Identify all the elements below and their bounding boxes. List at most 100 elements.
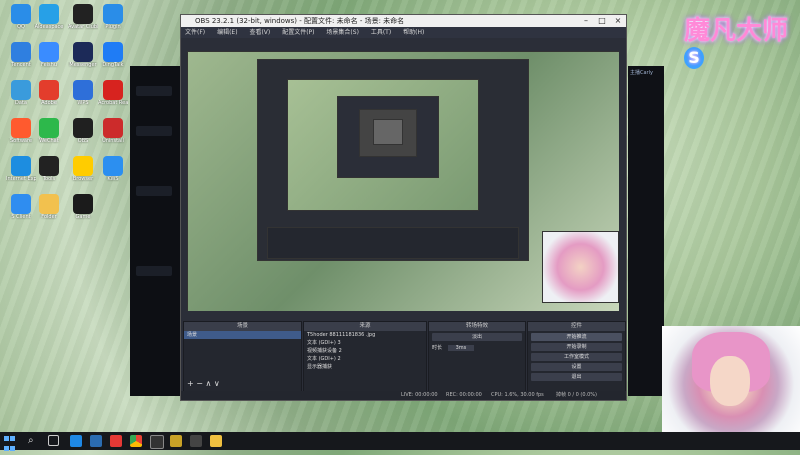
acrobat-icon — [103, 80, 123, 100]
desktop-icon[interactable]: KWS — [98, 156, 128, 192]
source-item[interactable]: 视频捕获设备 2 — [304, 347, 426, 355]
desktop-icon-label: Adobe — [41, 100, 57, 106]
uninstall-icon — [103, 118, 123, 138]
taskbar-app-icon[interactable] — [190, 435, 202, 447]
obs-docks: 场景 场景 + − ∧ ∨ 来源 T5hoder 88111181836 .jp… — [183, 321, 626, 393]
desktop-icon-label: Feishu — [40, 62, 57, 68]
obs-statusbar: LIVE: 00:00:00 REC: 00:00:00 CPU: 1.6%, … — [181, 391, 626, 400]
s-icon — [11, 194, 31, 214]
menu-file[interactable]: 文件(F) — [185, 29, 205, 36]
desktop-icon[interactable]: Adobe — [34, 80, 64, 116]
obs-icon — [73, 118, 93, 138]
vm-icon — [73, 4, 93, 24]
game-taskbar-icon[interactable] — [170, 435, 182, 447]
duration-label: 时长 — [432, 345, 443, 351]
scene-add-icon[interactable]: + − ∧ ∨ — [187, 379, 220, 388]
desktop-icon[interactable]: WeChat — [34, 118, 64, 154]
desktop-icon[interactable]: Software — [6, 118, 36, 154]
plugin-icon — [103, 4, 123, 24]
desktop-icon[interactable]: DingTalk — [98, 42, 128, 78]
desktop-icon[interactable]: Internet Explorer — [6, 156, 36, 192]
menu-scene-collection[interactable]: 场景集合(S) — [326, 29, 359, 36]
qq-icon — [11, 4, 31, 24]
desktop-icon[interactable]: Tencent — [6, 42, 36, 78]
webcam-overlay — [662, 326, 800, 432]
duration-row: 时长 3ms — [432, 344, 522, 351]
desktop-icon-label: Uninstall — [102, 138, 124, 144]
studio-mode-button[interactable]: 工作室模式 — [531, 353, 622, 361]
search-icon[interactable]: ⌕ — [28, 435, 40, 447]
desktop-icon-label: Game — [75, 214, 91, 220]
scenes-dock: 场景 场景 + − ∧ ∨ — [183, 321, 302, 393]
edge-icon[interactable] — [70, 435, 82, 447]
rec-time: REC: 00:00:00 — [446, 392, 482, 398]
store-icon[interactable] — [90, 435, 102, 447]
tools-icon — [39, 156, 59, 176]
desktop-icon-label: OBS — [77, 138, 89, 144]
menu-view[interactable]: 查看(V) — [249, 29, 270, 36]
desktop-icon[interactable]: Uninstall — [98, 118, 128, 154]
menu-tools[interactable]: 工具(T) — [371, 29, 391, 36]
desktop-icon[interactable]: Avatar ClubMaker — [68, 4, 98, 40]
desktop-icon[interactable]: Acrobat Reader DC — [98, 80, 128, 116]
folder-taskbar-icon[interactable] — [210, 435, 222, 447]
close-icon[interactable]: × — [610, 15, 626, 27]
task-view-icon[interactable] — [48, 435, 59, 446]
source-item[interactable]: T5hoder 88111181836 .jpg — [304, 331, 426, 339]
sources-title: 来源 — [304, 322, 426, 331]
window-title: OBS 23.2.1 (32-bit, windows) - 配置文件: 未命名… — [195, 17, 405, 25]
desktop-icon-label: Plugin — [105, 24, 121, 30]
desktop-icon[interactable]: OBS — [68, 118, 98, 154]
data-icon — [11, 80, 31, 100]
logo-badge: S — [684, 47, 704, 69]
start-streaming-button[interactable]: 开始推流 — [531, 333, 622, 341]
app-icon[interactable] — [110, 435, 122, 447]
desktop-icon[interactable]: Tools — [34, 156, 64, 192]
transition-select[interactable]: 淡出 — [432, 333, 522, 341]
folder-icon — [39, 4, 59, 24]
desktop-icon-label: Messenger — [69, 62, 97, 68]
start-button[interactable] — [4, 435, 16, 451]
source-item[interactable]: 文本 (GDI+) 3 — [304, 339, 426, 347]
chrome-icon[interactable] — [130, 435, 142, 447]
transition-dock: 转场特效 淡出 时长 3ms — [428, 321, 526, 393]
desktop-icon[interactable]: Aldeaspace — [34, 4, 64, 40]
duration-input[interactable]: 3ms — [447, 345, 475, 351]
adobe-icon — [39, 80, 59, 100]
desktop-icon[interactable]: S Client — [6, 194, 36, 230]
obs-preview[interactable] — [187, 51, 619, 311]
menu-help[interactable]: 帮助(H) — [403, 29, 424, 36]
desktop-icon[interactable]: Browser — [68, 156, 98, 192]
obs-taskbar-icon[interactable] — [150, 435, 164, 449]
desktop-icon[interactable]: WPS — [68, 80, 98, 116]
desktop-icon[interactable]: QQ — [6, 4, 36, 40]
obs-window[interactable]: OBS 23.2.1 (32-bit, windows) - 配置文件: 未命名… — [180, 14, 627, 401]
source-item[interactable]: 显示器捕获 — [304, 363, 426, 371]
scenes-title: 场景 — [184, 322, 301, 331]
folder-icon — [39, 194, 59, 214]
start-recording-button[interactable]: 开始录制 — [531, 343, 622, 351]
menu-edit[interactable]: 编辑(E) — [217, 29, 237, 36]
scene-item[interactable]: 场景 — [184, 331, 301, 339]
desktop-icon[interactable]: Plugin — [98, 4, 128, 40]
game-icon — [73, 194, 93, 214]
cpu-usage: CPU: 1.6%, 30.00 fps — [491, 392, 544, 398]
desktop-icon[interactable]: Messenger — [68, 42, 98, 78]
source-item[interactable]: 文本 (GDI+) 2 — [304, 355, 426, 363]
exit-button[interactable]: 退出 — [531, 373, 622, 381]
controls-dock: 控件 开始推流 开始录制 工作室模式 设置 退出 — [527, 321, 626, 393]
maximize-icon[interactable]: □ — [594, 15, 610, 27]
obs-titlebar[interactable]: OBS 23.2.1 (32-bit, windows) - 配置文件: 未命名… — [181, 15, 626, 27]
desktop-icon-label: QQ — [17, 24, 25, 30]
desktop-icon[interactable]: Data — [6, 80, 36, 116]
background-app-panel: 主播Carly — [628, 66, 664, 396]
menu-profile[interactable]: 配置文件(P) — [282, 29, 314, 36]
settings-button[interactable]: 设置 — [531, 363, 622, 371]
desktop-icon[interactable]: Game — [68, 194, 98, 230]
streamer-name: 主播Carly — [630, 70, 653, 76]
nested-frame-4 — [373, 119, 403, 145]
minimize-icon[interactable]: – — [578, 15, 594, 27]
desktop-icon-label: Internet Explorer — [6, 176, 36, 182]
desktop-icon[interactable]: Feishu — [34, 42, 64, 78]
desktop-icon[interactable]: Folder — [34, 194, 64, 230]
